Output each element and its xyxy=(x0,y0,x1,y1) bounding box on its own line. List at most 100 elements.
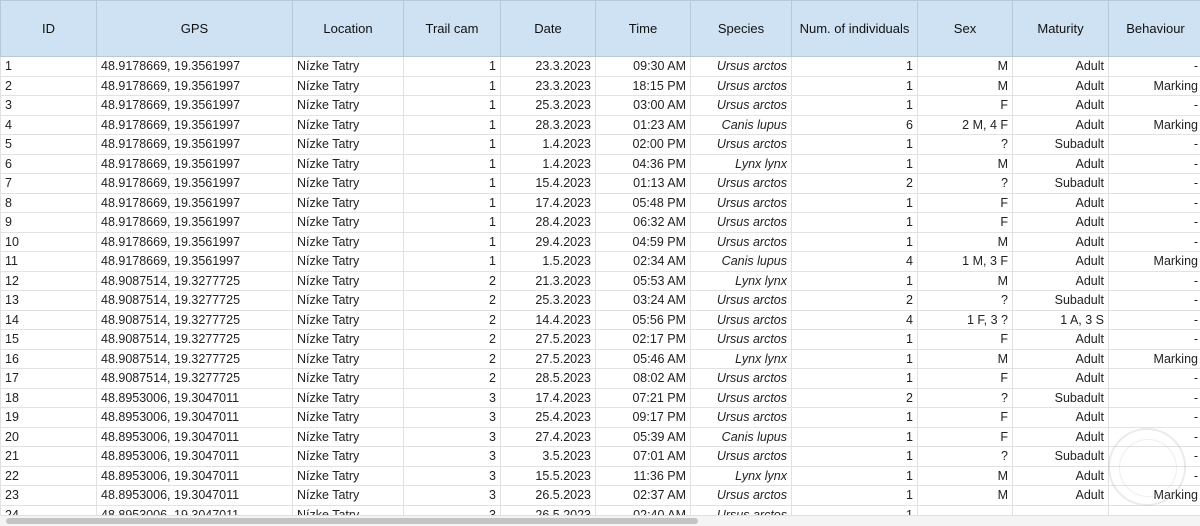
cell-id[interactable]: 19 xyxy=(1,408,97,428)
cell-trail-cam[interactable]: 2 xyxy=(404,330,501,350)
cell-time[interactable]: 06:32 AM xyxy=(596,213,691,233)
cell-trail-cam[interactable]: 1 xyxy=(404,76,501,96)
cell-gps[interactable]: 48.9178669, 19.3561997 xyxy=(97,252,293,272)
cell-gps[interactable]: 48.9178669, 19.3561997 xyxy=(97,232,293,252)
cell-maturity[interactable]: Adult xyxy=(1013,232,1109,252)
cell-maturity[interactable]: Adult xyxy=(1013,213,1109,233)
column-header-num-individuals[interactable]: Num. of individuals xyxy=(792,1,918,57)
column-header-id[interactable]: ID xyxy=(1,1,97,57)
cell-date[interactable]: 27.5.2023 xyxy=(501,330,596,350)
cell-gps[interactable]: 48.9178669, 19.3561997 xyxy=(97,174,293,194)
cell-trail-cam[interactable]: 1 xyxy=(404,193,501,213)
cell-id[interactable]: 21 xyxy=(1,447,97,467)
cell-location[interactable]: Nízke Tatry xyxy=(293,154,404,174)
cell-species[interactable]: Ursus arctos xyxy=(691,486,792,506)
cell-maturity[interactable]: Adult xyxy=(1013,57,1109,77)
cell-behaviour[interactable]: - xyxy=(1109,408,1200,428)
cell-num-individuals[interactable]: 1 xyxy=(792,427,918,447)
cell-sex[interactable]: F xyxy=(918,330,1013,350)
cell-sex[interactable]: ? xyxy=(918,135,1013,155)
cell-id[interactable]: 23 xyxy=(1,486,97,506)
cell-num-individuals[interactable]: 1 xyxy=(792,349,918,369)
cell-location[interactable]: Nízke Tatry xyxy=(293,447,404,467)
cell-gps[interactable]: 48.9178669, 19.3561997 xyxy=(97,154,293,174)
cell-time[interactable]: 01:13 AM xyxy=(596,174,691,194)
cell-trail-cam[interactable]: 1 xyxy=(404,213,501,233)
cell-maturity[interactable]: Subadult xyxy=(1013,447,1109,467)
cell-species[interactable]: Ursus arctos xyxy=(691,310,792,330)
column-header-maturity[interactable]: Maturity xyxy=(1013,1,1109,57)
cell-time[interactable]: 05:39 AM xyxy=(596,427,691,447)
cell-time[interactable]: 09:17 PM xyxy=(596,408,691,428)
cell-location[interactable]: Nízke Tatry xyxy=(293,505,404,515)
cell-gps[interactable]: 48.9087514, 19.3277725 xyxy=(97,271,293,291)
column-header-behaviour[interactable]: Behaviour xyxy=(1109,1,1200,57)
cell-num-individuals[interactable]: 1 xyxy=(792,330,918,350)
cell-num-individuals[interactable]: 1 xyxy=(792,193,918,213)
cell-gps[interactable]: 48.9087514, 19.3277725 xyxy=(97,330,293,350)
cell-maturity[interactable]: Adult xyxy=(1013,193,1109,213)
cell-time[interactable]: 05:53 AM xyxy=(596,271,691,291)
cell-trail-cam[interactable]: 1 xyxy=(404,252,501,272)
cell-behaviour[interactable]: - xyxy=(1109,57,1200,77)
cell-species[interactable]: Ursus arctos xyxy=(691,447,792,467)
cell-gps[interactable]: 48.8953006, 19.3047011 xyxy=(97,427,293,447)
cell-maturity[interactable]: Adult xyxy=(1013,115,1109,135)
cell-location[interactable]: Nízke Tatry xyxy=(293,291,404,311)
cell-time[interactable]: 05:48 PM xyxy=(596,193,691,213)
cell-sex[interactable]: 2 M, 4 F xyxy=(918,115,1013,135)
cell-location[interactable]: Nízke Tatry xyxy=(293,96,404,116)
cell-trail-cam[interactable]: 1 xyxy=(404,232,501,252)
cell-maturity[interactable]: 1 A, 3 S xyxy=(1013,310,1109,330)
cell-location[interactable]: Nízke Tatry xyxy=(293,330,404,350)
cell-id[interactable]: 5 xyxy=(1,135,97,155)
cell-species[interactable]: Lynx lynx xyxy=(691,271,792,291)
cell-behaviour[interactable]: - xyxy=(1109,96,1200,116)
cell-id[interactable]: 6 xyxy=(1,154,97,174)
cell-location[interactable]: Nízke Tatry xyxy=(293,427,404,447)
cell-gps[interactable]: 48.9178669, 19.3561997 xyxy=(97,135,293,155)
cell-trail-cam[interactable]: 3 xyxy=(404,447,501,467)
cell-sex[interactable]: F xyxy=(918,427,1013,447)
cell-id[interactable]: 4 xyxy=(1,115,97,135)
cell-date[interactable]: 29.4.2023 xyxy=(501,232,596,252)
cell-trail-cam[interactable]: 3 xyxy=(404,505,501,515)
cell-trail-cam[interactable]: 3 xyxy=(404,466,501,486)
cell-id[interactable]: 16 xyxy=(1,349,97,369)
cell-id[interactable]: 20 xyxy=(1,427,97,447)
cell-behaviour[interactable]: - xyxy=(1109,135,1200,155)
cell-date[interactable]: 17.4.2023 xyxy=(501,388,596,408)
cell-date[interactable]: 23.3.2023 xyxy=(501,57,596,77)
cell-species[interactable]: Ursus arctos xyxy=(691,135,792,155)
cell-time[interactable]: 01:23 AM xyxy=(596,115,691,135)
cell-num-individuals[interactable]: 1 xyxy=(792,447,918,467)
cell-num-individuals[interactable]: 1 xyxy=(792,466,918,486)
cell-id[interactable]: 24 xyxy=(1,505,97,515)
cell-sex[interactable]: 1 M, 3 F xyxy=(918,252,1013,272)
column-header-date[interactable]: Date xyxy=(501,1,596,57)
cell-date[interactable]: 28.3.2023 xyxy=(501,115,596,135)
cell-date[interactable]: 25.3.2023 xyxy=(501,96,596,116)
scrollbar-thumb[interactable] xyxy=(6,518,698,524)
cell-sex[interactable]: F xyxy=(918,213,1013,233)
cell-species[interactable]: Ursus arctos xyxy=(691,232,792,252)
cell-time[interactable]: 05:56 PM xyxy=(596,310,691,330)
cell-gps[interactable]: 48.9087514, 19.3277725 xyxy=(97,291,293,311)
cell-maturity[interactable]: Subadult xyxy=(1013,291,1109,311)
cell-date[interactable]: 1.4.2023 xyxy=(501,135,596,155)
cell-species[interactable]: Ursus arctos xyxy=(691,57,792,77)
cell-location[interactable]: Nízke Tatry xyxy=(293,252,404,272)
cell-location[interactable]: Nízke Tatry xyxy=(293,76,404,96)
cell-maturity[interactable]: Adult xyxy=(1013,349,1109,369)
horizontal-scrollbar[interactable] xyxy=(0,515,1200,526)
cell-date[interactable]: 21.3.2023 xyxy=(501,271,596,291)
cell-num-individuals[interactable]: 6 xyxy=(792,115,918,135)
cell-date[interactable]: 25.3.2023 xyxy=(501,291,596,311)
cell-date[interactable]: 17.4.2023 xyxy=(501,193,596,213)
cell-trail-cam[interactable]: 3 xyxy=(404,408,501,428)
cell-time[interactable]: 05:46 AM xyxy=(596,349,691,369)
cell-gps[interactable]: 48.9178669, 19.3561997 xyxy=(97,76,293,96)
cell-location[interactable]: Nízke Tatry xyxy=(293,271,404,291)
cell-date[interactable]: 14.4.2023 xyxy=(501,310,596,330)
cell-behaviour[interactable]: - xyxy=(1109,271,1200,291)
